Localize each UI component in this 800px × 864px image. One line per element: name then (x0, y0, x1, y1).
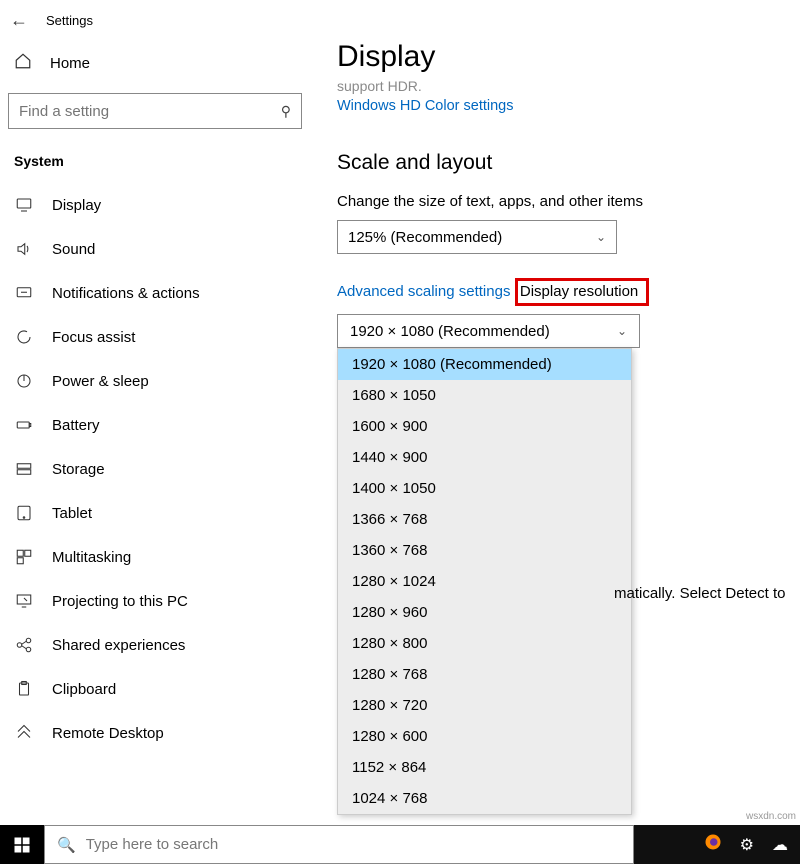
tablet-icon (14, 504, 34, 522)
advanced-scaling-link[interactable]: Advanced scaling settings (337, 283, 510, 300)
search-icon: 🔍 (57, 836, 76, 854)
resolution-option[interactable]: 1280 × 1024 (338, 566, 631, 597)
sidebar: Home ⚲ System Display Sound Notifications … (0, 40, 310, 825)
shared-icon (14, 636, 34, 654)
category-label: System (0, 147, 310, 183)
sidebar-item-project[interactable]: Projecting to this PC (0, 579, 310, 623)
sidebar-item-label: Projecting to this PC (52, 593, 188, 610)
resolution-dropdown[interactable]: 1920 × 1080 (Recommended) ⌄ (337, 314, 640, 348)
chevron-down-icon: ⌄ (596, 230, 606, 244)
resolution-option[interactable]: 1280 × 600 (338, 721, 631, 752)
sidebar-item-label: Battery (52, 417, 100, 434)
settings-search[interactable]: ⚲ (8, 93, 302, 129)
sidebar-item-multitask[interactable]: Multitasking (0, 535, 310, 579)
power-icon (14, 372, 34, 390)
resolution-option[interactable]: 1680 × 1050 (338, 380, 631, 411)
storage-icon (14, 460, 34, 478)
sidebar-item-label: Power & sleep (52, 373, 149, 390)
sidebar-item-power[interactable]: Power & sleep (0, 359, 310, 403)
multitask-icon (14, 548, 34, 566)
scale-description: Change the size of text, apps, and other… (337, 193, 800, 210)
onedrive-icon[interactable]: ☁ (772, 835, 788, 855)
sidebar-item-label: Remote Desktop (52, 725, 164, 742)
detect-text-fragment: matically. Select Detect to (614, 585, 794, 602)
notifications-icon (14, 284, 34, 302)
focus-icon (14, 328, 34, 346)
chevron-down-icon: ⌄ (617, 324, 627, 338)
sidebar-item-label: Tablet (52, 505, 92, 522)
clipboard-icon (14, 680, 34, 698)
hdr-support-text: support HDR. (337, 78, 800, 94)
tray-icons: ⚙ ☁ (704, 825, 800, 864)
taskbar: 🔍 Type here to search ⚙ ☁ (0, 825, 800, 864)
sidebar-item-sound[interactable]: Sound (0, 227, 310, 271)
home-icon (14, 52, 32, 75)
sidebar-item-label: Multitasking (52, 549, 131, 566)
firefox-icon[interactable] (704, 833, 722, 856)
resolution-option[interactable]: 1280 × 800 (338, 628, 631, 659)
gear-icon[interactable]: ⚙ (740, 835, 754, 855)
resolution-option[interactable]: 1152 × 864 (338, 752, 631, 783)
resolution-options-list: 1920 × 1080 (Recommended)1680 × 10501600… (337, 348, 632, 815)
resolution-option[interactable]: 1280 × 768 (338, 659, 631, 690)
home-button[interactable]: Home (0, 40, 310, 83)
sidebar-item-label: Clipboard (52, 681, 116, 698)
resolution-label: Display resolution (520, 283, 638, 300)
main-panel: Display support HDR. Windows HD Color se… (337, 40, 800, 815)
resolution-option[interactable]: 1024 × 768 (338, 783, 631, 814)
sidebar-item-label: Display (52, 197, 101, 214)
taskbar-search[interactable]: 🔍 Type here to search (44, 825, 634, 864)
sidebar-item-storage[interactable]: Storage (0, 447, 310, 491)
resolution-option[interactable]: 1366 × 768 (338, 504, 631, 535)
sidebar-item-battery[interactable]: Battery (0, 403, 310, 447)
hdr-settings-link[interactable]: Windows HD Color settings (337, 98, 513, 114)
sidebar-item-label: Focus assist (52, 329, 135, 346)
project-icon (14, 592, 34, 610)
sidebar-item-clipboard[interactable]: Clipboard (0, 667, 310, 711)
sidebar-item-label: Sound (52, 241, 95, 258)
sidebar-item-shared[interactable]: Shared experiences (0, 623, 310, 667)
sidebar-item-focus[interactable]: Focus assist (0, 315, 310, 359)
resolution-option[interactable]: 1280 × 960 (338, 597, 631, 628)
sidebar-item-label: Notifications & actions (52, 285, 200, 302)
sidebar-item-notifications[interactable]: Notifications & actions (0, 271, 310, 315)
scale-dropdown[interactable]: 125% (Recommended) ⌄ (337, 220, 617, 254)
sidebar-item-display[interactable]: Display (0, 183, 310, 227)
start-button[interactable] (0, 825, 44, 864)
sidebar-item-label: Storage (52, 461, 105, 478)
resolution-option[interactable]: 1600 × 900 (338, 411, 631, 442)
back-icon[interactable]: ← (10, 10, 28, 31)
sidebar-item-remote[interactable]: Remote Desktop (0, 711, 310, 755)
remote-icon (14, 724, 34, 742)
sound-icon (14, 240, 34, 258)
battery-icon (14, 416, 34, 434)
resolution-option[interactable]: 1920 × 1080 (Recommended) (338, 349, 631, 380)
search-input[interactable] (19, 103, 249, 120)
home-label: Home (50, 55, 90, 72)
resolution-option[interactable]: 1360 × 768 (338, 535, 631, 566)
resolution-label-highlight: Display resolution (515, 278, 649, 306)
resolution-value: 1920 × 1080 (Recommended) (350, 323, 550, 340)
watermark: wsxdn.com (746, 811, 796, 822)
display-icon (14, 196, 34, 214)
resolution-option[interactable]: 1440 × 900 (338, 442, 631, 473)
search-icon: ⚲ (281, 103, 291, 120)
settings-title: Settings (46, 13, 93, 28)
sidebar-item-tablet[interactable]: Tablet (0, 491, 310, 535)
titlebar: ← Settings (0, 0, 800, 40)
resolution-option[interactable]: 1280 × 720 (338, 690, 631, 721)
sidebar-item-label: Shared experiences (52, 637, 185, 654)
scale-value: 125% (Recommended) (348, 229, 502, 246)
page-title: Display (337, 40, 800, 74)
taskbar-search-placeholder: Type here to search (86, 836, 219, 853)
resolution-option[interactable]: 1400 × 1050 (338, 473, 631, 504)
scale-heading: Scale and layout (337, 151, 800, 175)
